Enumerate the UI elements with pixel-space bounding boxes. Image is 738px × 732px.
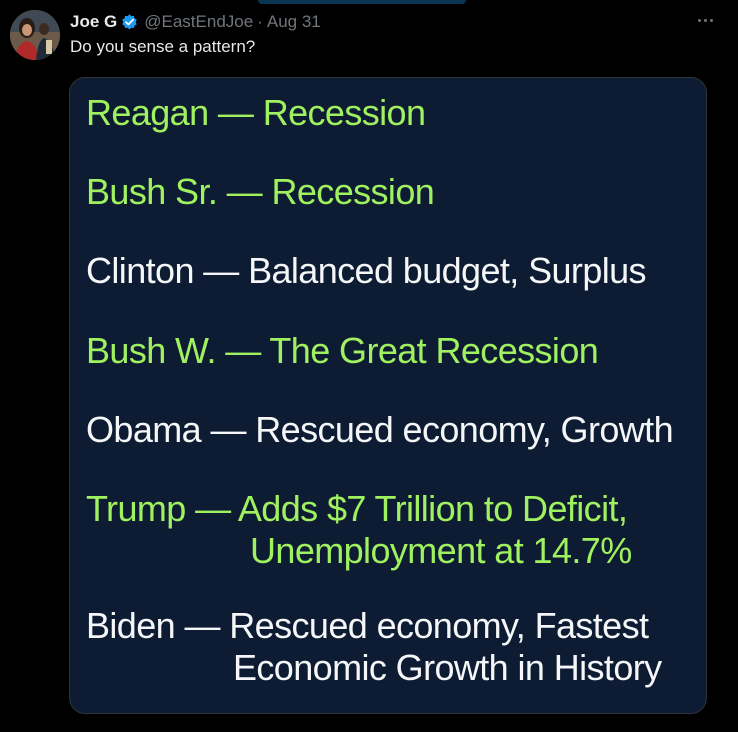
image-line-reagan: Reagan — Recession (86, 92, 426, 133)
tweet-image[interactable]: Reagan — Recession Bush Sr. — Recession … (69, 77, 707, 714)
tweet-header: Joe G @EastEndJoe · Aug 31 (70, 11, 321, 33)
post-date[interactable]: Aug 31 (267, 12, 321, 32)
handle[interactable]: @EastEndJoe (144, 12, 253, 32)
image-line-obama: Obama — Rescued economy, Growth (86, 409, 674, 450)
avatar-image (10, 10, 60, 60)
more-options-icon[interactable] (692, 10, 718, 30)
separator: · (257, 12, 263, 31)
display-name[interactable]: Joe G (70, 12, 117, 32)
verified-badge-icon (120, 13, 139, 32)
tweet-text: Do you sense a pattern? (70, 37, 256, 56)
image-line-trump: Trump — Adds $7 Trillion to Deficit, Une… (86, 488, 632, 571)
new-posts-pill[interactable] (258, 0, 466, 4)
avatar[interactable] (10, 10, 60, 60)
image-line-biden: Biden — Rescued economy, Fastest Economi… (86, 605, 662, 688)
image-line-clinton: Clinton — Balanced budget, Surplus (86, 250, 647, 291)
tweet[interactable]: Joe G @EastEndJoe · Aug 31 Do you sense … (0, 0, 738, 732)
image-line-bush-w: Bush W. — The Great Recession (86, 330, 599, 371)
image-line-bush-sr: Bush Sr. — Recession (86, 171, 435, 212)
